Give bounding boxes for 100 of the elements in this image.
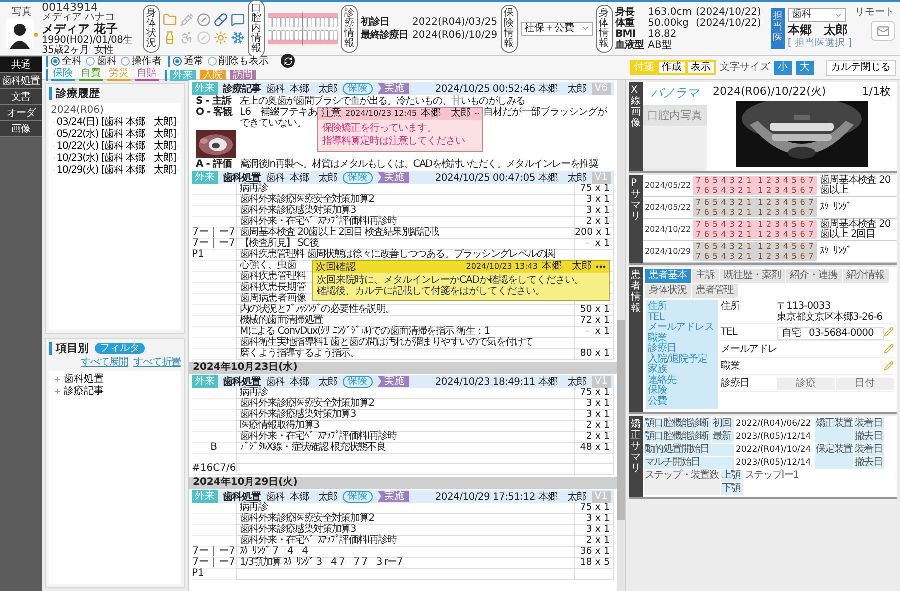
font-size-button[interactable]: 大	[796, 60, 814, 74]
status-button[interactable]: 身体状況	[143, 4, 160, 52]
record-dept: 歯科	[266, 376, 285, 388]
sticky-button[interactable]: 作成	[659, 62, 685, 73]
info-tab[interactable]: 患者基本	[645, 269, 691, 283]
record-timestamp: 2024/10/23 18:49:11 本郷 太郎	[435, 376, 587, 388]
expand-icon[interactable]	[54, 376, 61, 382]
history-item[interactable]: 10/22(火) [歯科 本郷 太郎]	[51, 141, 179, 152]
insurance-tag[interactable]: 自賠	[135, 69, 159, 81]
image-tab[interactable]: 口腔内写真	[643, 105, 707, 126]
insurance-tag[interactable]: 自費	[79, 69, 103, 81]
procedure-cell: ｽｹｰﾘﾝｸﾞ 7ー4ー4	[240, 547, 308, 557]
info-tab[interactable]: 患者管理	[692, 284, 738, 298]
nav-item[interactable]: 文書	[0, 89, 42, 105]
points-cell: － x 1	[574, 239, 614, 250]
info-tab[interactable]: 紹介情報	[842, 269, 888, 283]
field-label: 住所	[721, 301, 742, 312]
mail-button[interactable]	[871, 21, 895, 41]
visit-badge: 外来	[192, 490, 218, 503]
info-tab[interactable]: 身体状況	[645, 284, 691, 298]
clinic-info-button[interactable]: 診療情報	[341, 4, 358, 52]
info-link[interactable]: 住所	[648, 302, 716, 312]
scrollbar[interactable]	[617, 80, 625, 591]
info-link[interactable]: TEL	[648, 312, 716, 323]
display-radio[interactable]: 削除も表示	[208, 56, 269, 66]
points-cell: 200 x 1	[574, 228, 614, 239]
filter-button[interactable]: フィルタ	[95, 342, 145, 354]
history-item[interactable]: 10/23(水) [歯科 本郷 太郎]	[51, 153, 179, 164]
points-cell: 2 x 1	[574, 217, 614, 228]
perio-procedure: ｽｹｰﾘﾝｸﾞ	[819, 246, 853, 256]
more-icon[interactable]	[596, 265, 606, 269]
folder-icon[interactable]	[163, 12, 177, 26]
info-link[interactable]: 公費	[648, 396, 716, 407]
edit-icon[interactable]	[884, 344, 894, 354]
date-value: 2022(R04)/03/25	[412, 16, 498, 28]
info-tab[interactable]: 主訴	[692, 269, 719, 283]
info-tab[interactable]: 既往歴・薬剤	[720, 269, 785, 283]
nav-item[interactable]: 共通	[0, 57, 42, 73]
status-badge: 実施	[378, 376, 410, 388]
pill-icon[interactable]	[214, 12, 228, 26]
record-dept: 歯科	[266, 172, 285, 184]
accessibility-icon[interactable]	[180, 30, 194, 44]
memo-cell: P1	[192, 569, 236, 580]
section-label: 患者情報	[629, 267, 643, 412]
scope-radio[interactable]: 歯科	[86, 56, 117, 66]
history-item[interactable]: 10/29(火) [歯科 本郷 太郎]	[51, 165, 179, 176]
points-cell: 72 x 1	[574, 316, 614, 327]
sticky-button[interactable]: 表示	[688, 62, 714, 73]
syringe-icon[interactable]	[180, 12, 194, 26]
scope-radio[interactable]: 操作者	[121, 56, 162, 66]
insurance-tag[interactable]: 保険	[51, 69, 75, 81]
body-date: (2024/10/22)	[696, 18, 762, 28]
nav-item[interactable]: 画像	[0, 121, 42, 137]
refresh-icon[interactable]	[281, 54, 295, 68]
display-radio[interactable]: 通常	[173, 56, 204, 66]
procedure-cell: 【検査所見】 SC後	[240, 239, 319, 249]
info-link[interactable]: メールアドレス	[648, 323, 716, 334]
close-chart-button[interactable]: カルテ閉じる	[826, 60, 896, 76]
insurance-select[interactable]: 社保＋公費	[520, 22, 593, 36]
snowflake-icon[interactable]	[231, 30, 245, 44]
date-label: 最終診療日	[361, 30, 408, 40]
phone-type: 自宅	[782, 328, 801, 339]
image-tab[interactable]: パノラマ	[643, 82, 707, 105]
scope-radio[interactable]: 全科	[51, 56, 82, 66]
birth-date: 1990(H02)/01/08生	[42, 36, 134, 46]
collapse-all-link[interactable]: すべて折畳	[134, 356, 181, 368]
tree-item[interactable]: 歯科処置	[51, 374, 179, 384]
ortho-label: 顎口腔機能診断	[644, 418, 711, 430]
visit-type-tag[interactable]: 訪問	[230, 70, 256, 80]
tree-item[interactable]: 診療記事	[51, 386, 179, 396]
tooth-cell: B	[192, 443, 236, 454]
nav-item[interactable]: オーダ	[0, 105, 42, 121]
info-link[interactable]: 入院/退院予定	[648, 354, 716, 365]
history-item[interactable]: 05/22(水) [歯科 本郷 太郎]	[51, 129, 179, 140]
info-link[interactable]: 家族	[648, 365, 716, 376]
info-tab[interactable]: 紹介・連携	[786, 269, 842, 283]
procedure-cell: 磨くよう指導するよう指示。	[240, 349, 360, 359]
info-link[interactable]: 保険	[648, 386, 716, 396]
procedure-cell: 内の状況とﾌﾞﾗｯｼﾝｸﾞの必要性を説明。	[240, 305, 395, 315]
department-select[interactable]: 歯科	[788, 8, 846, 22]
info-link[interactable]: 診療日	[648, 344, 716, 354]
info-link[interactable]: 職業	[648, 334, 716, 344]
prohibited-icon[interactable]	[197, 12, 211, 26]
edit-icon[interactable]	[884, 327, 894, 337]
doctor-choose-link[interactable]: [ 担当医選択 ]	[788, 38, 852, 49]
font-size-button[interactable]: 小	[774, 60, 792, 74]
nav-item[interactable]: 歯科処置	[0, 73, 42, 89]
year-label: 2024(R06)	[51, 106, 104, 116]
section-label: X線画像	[629, 82, 643, 171]
body-info-button[interactable]: 身体情報	[596, 4, 613, 52]
insurance-info-button[interactable]: 保険情報	[500, 4, 518, 52]
edit-icon[interactable]	[884, 361, 894, 371]
soap-text: 自材だが一部ブラッシングが	[483, 107, 607, 118]
expand-all-link[interactable]: すべて展開	[81, 356, 128, 368]
expand-icon[interactable]	[54, 388, 61, 394]
body-value: 18.82	[648, 28, 678, 40]
points-cell: 80 x 1	[574, 349, 614, 360]
history-item[interactable]: 03/24(日) [歯科 本郷 太郎]	[51, 117, 179, 128]
info-link[interactable]: 連絡先	[648, 376, 716, 386]
chat-icon[interactable]	[231, 12, 245, 26]
